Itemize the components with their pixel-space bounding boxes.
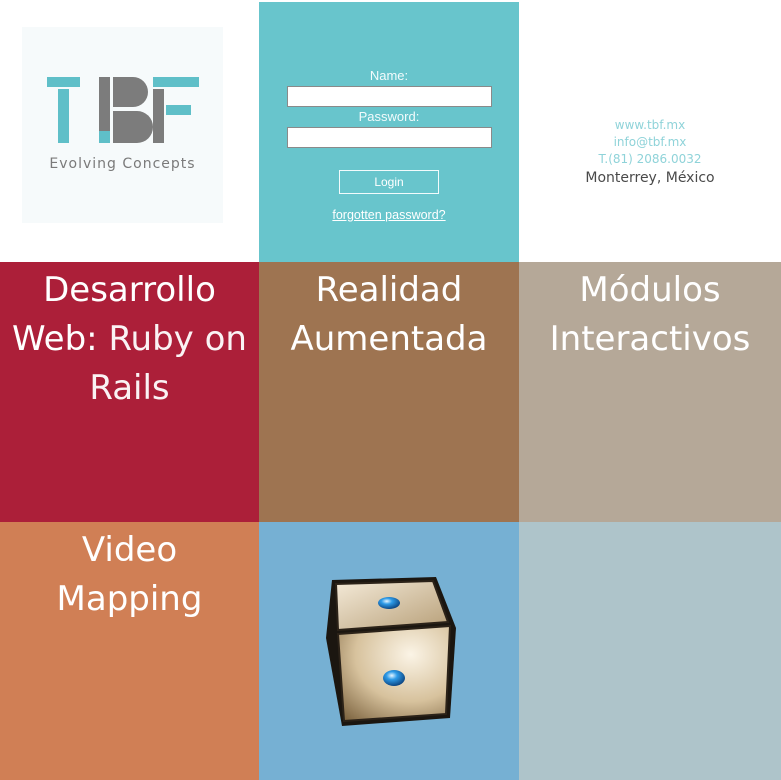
tile-title-line: Web: Ruby on: [0, 315, 259, 364]
dice-cube-icon: [326, 577, 456, 726]
email-link[interactable]: info@tbf.mx: [519, 135, 781, 149]
tile-title-line: Mapping: [56, 579, 203, 619]
login-form: Name: Password: Login forgotten password…: [259, 2, 519, 262]
tile-title: Módulos Interactivos: [519, 266, 781, 364]
tbf-logo-mark: [47, 77, 199, 143]
logo[interactable]: Evolving Concepts: [22, 27, 223, 223]
tile-title: Video Mapping: [0, 526, 259, 624]
tile-title-line: Realidad: [315, 270, 463, 310]
tile-title: Realidad Aumentada: [259, 266, 519, 364]
tile-augmented-reality[interactable]: Realidad Aumentada: [259, 262, 519, 522]
tile-interactive-modules[interactable]: Módulos Interactivos: [519, 262, 781, 522]
tile-title-line: Interactivos: [549, 319, 751, 359]
login-button[interactable]: Login: [339, 170, 439, 194]
tile-title-line: Aumentada: [290, 319, 488, 359]
password-input[interactable]: [287, 127, 492, 148]
phone-text: T.(81) 2086.0032: [598, 152, 702, 166]
tile-video-mapping[interactable]: Video Mapping: [0, 522, 259, 780]
tile-title-ruby: Ruby on: [108, 319, 247, 359]
tile-title: Desarrollo Web: Ruby on Rails: [0, 266, 259, 413]
name-label: Name:: [369, 68, 409, 83]
forgot-password-link[interactable]: forgotten password?: [259, 208, 519, 222]
tile-title-line: Desarrollo: [43, 270, 216, 310]
login-panel: Name: Password: Login forgotten password…: [259, 2, 519, 262]
password-label: Password:: [358, 109, 420, 124]
tile-title-line: Módulos: [579, 270, 721, 310]
contact-panel: www.tbf.mx info@tbf.mx T.(81) 2086.0032 …: [519, 0, 781, 262]
tile-grid: Evolving Concepts Name: Password: Login …: [0, 0, 781, 780]
tile-title-web: Web:: [12, 319, 98, 359]
tile-title-line: Video: [81, 530, 178, 570]
tile-empty: [519, 522, 781, 780]
name-input[interactable]: [287, 86, 492, 107]
tile-title-line: Rails: [89, 368, 170, 408]
city-text: Monterrey, México: [585, 170, 715, 186]
logo-cell: Evolving Concepts: [0, 0, 259, 262]
tile-cube[interactable]: [259, 522, 519, 780]
tile-web-development[interactable]: Desarrollo Web: Ruby on Rails: [0, 262, 259, 522]
logo-tagline: Evolving Concepts: [49, 156, 196, 172]
website-link[interactable]: www.tbf.mx: [519, 118, 781, 132]
